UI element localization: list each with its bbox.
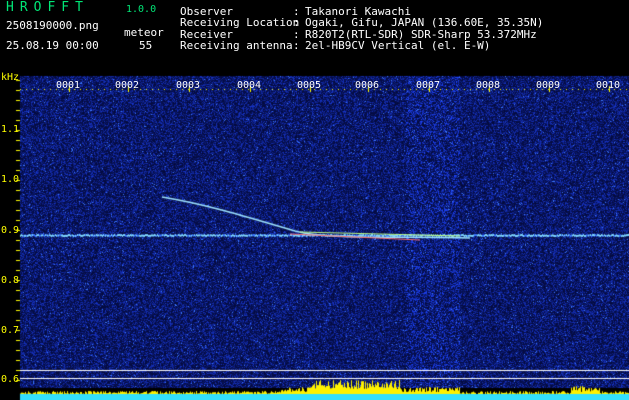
x-tick-label: 0003 <box>176 80 201 91</box>
x-tick-label: 0006 <box>355 80 380 91</box>
mode-label: meteor <box>124 26 164 39</box>
x-tick-label: 0005 <box>297 80 322 91</box>
x-tick-label: 0010 <box>596 80 621 91</box>
file-name: 2508190000.png <box>6 19 99 32</box>
y-tick-label: 0.7 <box>1 325 20 336</box>
x-tick-label: 0008 <box>476 80 501 91</box>
spectrogram-canvas <box>0 0 629 400</box>
x-tick-label: 0004 <box>237 80 262 91</box>
y-axis-unit: kHz <box>1 72 20 83</box>
y-tick-label: 0.9 <box>1 225 20 236</box>
x-tick-label: 0009 <box>536 80 561 91</box>
app-logo: HROFFT <box>6 0 89 15</box>
hrofft-window: HROFFT 1.0.0 2508190000.png meteor 25.08… <box>0 0 629 400</box>
y-tick-label: 1.0 <box>1 174 20 185</box>
y-tick-label: 0.6 <box>1 374 20 385</box>
meteor-count: 55 <box>139 39 153 52</box>
info-separator: : <box>293 39 300 52</box>
x-tick-label: 0007 <box>416 80 441 91</box>
x-tick-label: 0002 <box>115 80 140 91</box>
y-tick-label: 0.8 <box>1 275 20 286</box>
date-time: 25.08.19 00:00 <box>6 39 99 52</box>
info-value-antenna: 2el-HB9CV Vertical (el. E-W) <box>305 39 491 52</box>
y-tick-label: 1.1 <box>1 124 20 135</box>
info-key-antenna: Receiving antenna <box>180 39 293 52</box>
app-version: 1.0.0 <box>126 4 157 15</box>
x-tick-label: 0001 <box>56 80 81 91</box>
